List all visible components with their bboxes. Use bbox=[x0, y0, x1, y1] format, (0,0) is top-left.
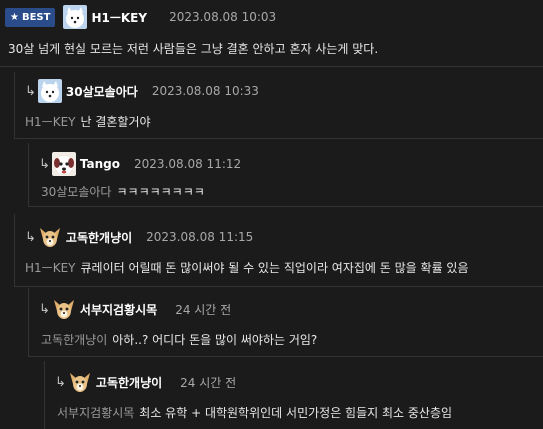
comment-body: 30살모솔아다 ㅋㅋㅋㅋㅋㅋㅋㅋ bbox=[41, 183, 205, 200]
chihuahua-avatar[interactable] bbox=[52, 297, 76, 321]
comment-header: ↳ 고독한개냥이 24 시간 전 bbox=[55, 370, 236, 394]
mention-link[interactable]: H1ㅡKEY bbox=[25, 115, 75, 129]
comment-body: H1ㅡKEY 큐레이터 어릴때 돈 많이써야 될 수 있는 직업이라 여자집에 돈… bbox=[25, 259, 469, 276]
comment-header: ↳ 서부지검황시목 24 시간 전 bbox=[39, 297, 231, 321]
comment-date: 2023.08.08 10:03 bbox=[169, 10, 277, 24]
comment-body: 고독한개냥이 아하..? 어디다 돈을 많이 써야하는 거임? bbox=[41, 331, 317, 348]
comment-header: ↳ 고독한개냥이 2023.08.08 11:15 bbox=[25, 225, 253, 249]
author-name[interactable]: 고독한개냥이 bbox=[96, 374, 162, 391]
author-name[interactable]: H1ㅡKEY bbox=[91, 9, 147, 26]
comment-body: 서부지검황시목 최소 유학 + 대학원학위인데 서민가정은 힘들지 최소 중산층임 bbox=[57, 404, 452, 421]
best-badge-label: BEST bbox=[21, 11, 51, 23]
mention-link[interactable]: 서부지검황시목 bbox=[57, 406, 134, 420]
chihuahua-avatar[interactable] bbox=[38, 225, 62, 249]
comment-text: 난 결혼할거야 bbox=[80, 115, 151, 129]
comment-text: 30살 넘게 현실 모르는 저런 사람들은 그냥 결혼 안하고 혼자 사는게 맞… bbox=[8, 42, 379, 56]
author-name[interactable]: 서부지검황시목 bbox=[80, 301, 157, 318]
star-icon: ★ bbox=[10, 11, 19, 23]
comment-text: ㅋㅋㅋㅋㅋㅋㅋㅋ bbox=[116, 185, 205, 199]
comment-reply: ↳ Tango 2023.08.08 11:12 30살모솔아다 ㅋㅋㅋㅋㅋㅋㅋㅋ bbox=[28, 143, 543, 207]
comment-date: 2023.08.08 10:33 bbox=[151, 84, 259, 98]
comment-header: ★ BEST H1ㅡKEY 2023.08.08 10:03 bbox=[5, 5, 276, 29]
comment-date: 24 시간 전 bbox=[180, 375, 237, 390]
samoyed-avatar[interactable] bbox=[63, 5, 88, 29]
comment-date: 24 시간 전 bbox=[175, 302, 232, 317]
best-badge: ★ BEST bbox=[5, 7, 56, 27]
comment-reply: ↳ 30살모솔아다 2023.08.08 10:33 H1ㅡKEY 난 결혼할거야 bbox=[14, 72, 543, 139]
comment-text: 큐레이터 어릴때 돈 많이써야 될 수 있는 직업이라 여자집에 돈 많을 확률… bbox=[80, 261, 469, 275]
mention-link[interactable]: H1ㅡKEY bbox=[25, 261, 75, 275]
comment-text: 아하..? 어디다 돈을 많이 써야하는 거임? bbox=[112, 333, 318, 347]
author-name[interactable]: Tango bbox=[80, 157, 120, 171]
reply-arrow-icon: ↳ bbox=[55, 374, 66, 390]
comment-best: ★ BEST H1ㅡKEY 2023.08.08 10:03 30살 넘게 현실… bbox=[0, 0, 543, 67]
reply-arrow-icon: ↳ bbox=[39, 156, 50, 172]
reply-arrow-icon: ↳ bbox=[25, 229, 36, 245]
reply-arrow-icon: ↳ bbox=[39, 301, 50, 317]
samoyed-avatar[interactable] bbox=[37, 79, 62, 103]
comment-reply: ↳ 고독한개냥이 2023.08.08 11:15 H1ㅡKEY 큐레이터 어릴때… bbox=[14, 214, 543, 287]
comment-header: ↳ 30살모솔아다 2023.08.08 10:33 bbox=[25, 79, 259, 103]
author-name[interactable]: 30살모솔아다 bbox=[66, 83, 138, 100]
mention-link[interactable]: 30살모솔아다 bbox=[41, 185, 111, 199]
dog-avatar[interactable] bbox=[51, 152, 76, 176]
comment-date: 2023.08.08 11:15 bbox=[146, 230, 254, 244]
mention-link[interactable]: 고독한개냥이 bbox=[41, 333, 107, 347]
comment-reply: ↳ 서부지검황시목 24 시간 전 고독한개냥이 아하..? 어디다 돈을 많이 … bbox=[28, 288, 543, 357]
comment-text: 최소 유학 + 대학원학위인데 서민가정은 힘들지 최소 중산층임 bbox=[139, 406, 453, 420]
comment-date: 2023.08.08 11:12 bbox=[134, 157, 242, 171]
comment-body: H1ㅡKEY 난 결혼할거야 bbox=[25, 113, 151, 130]
author-name[interactable]: 고독한개냥이 bbox=[66, 229, 132, 246]
comment-reply: ↳ 고독한개냥이 24 시간 전 서부지검황시목 최소 유학 + 대학원학위인데 … bbox=[44, 361, 543, 429]
chihuahua-avatar[interactable] bbox=[68, 370, 92, 394]
comment-header: ↳ Tango 2023.08.08 11:12 bbox=[39, 152, 241, 176]
reply-arrow-icon: ↳ bbox=[25, 83, 36, 99]
